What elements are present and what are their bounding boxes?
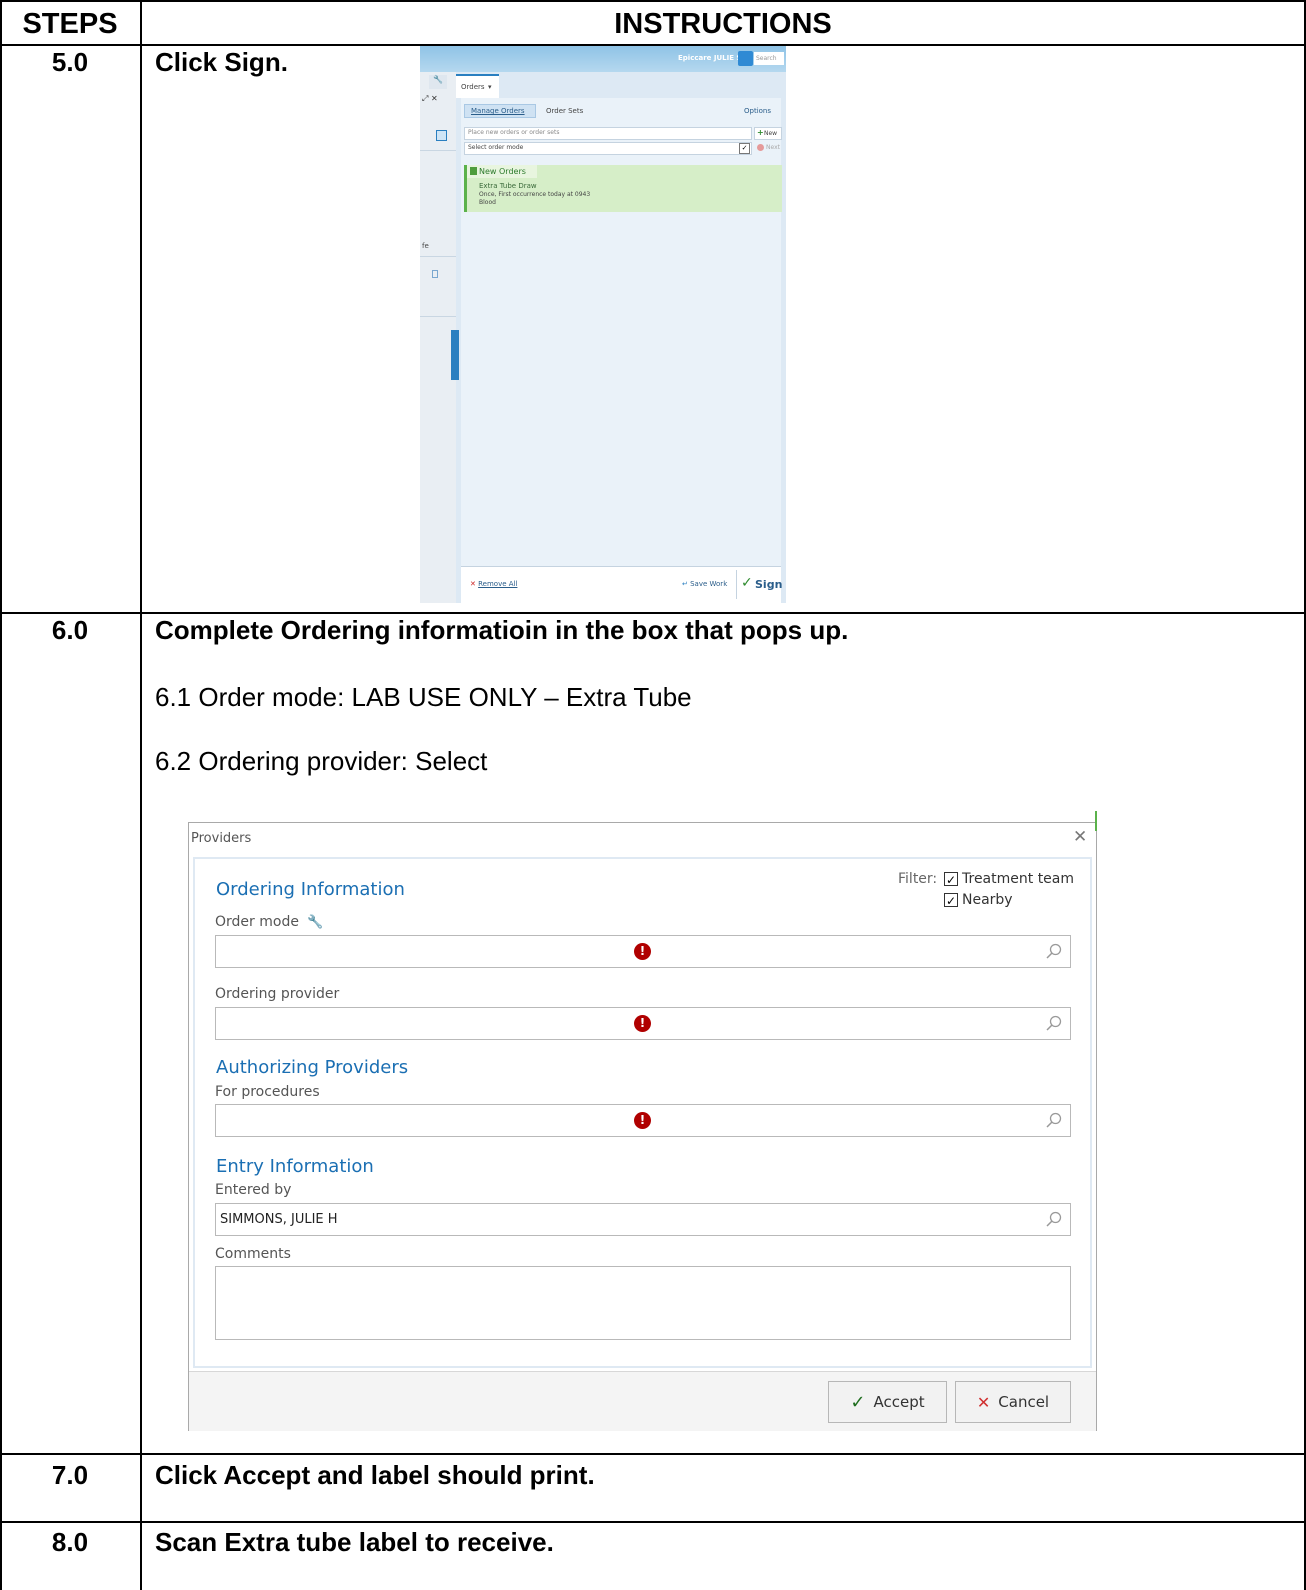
expand-icon[interactable]: ⤢ ✕ — [422, 94, 438, 104]
required-error-icon: ! — [634, 1112, 651, 1129]
search-input[interactable]: Search — [754, 52, 784, 65]
left-label: fe — [422, 242, 429, 250]
for-procedures-label: For procedures — [215, 1084, 320, 1100]
order-mode-select[interactable]: Select order mode ✓ — [464, 142, 752, 155]
table-top-border — [0, 0, 1306, 2]
authorizing-provider-field[interactable]: ! — [215, 1104, 1071, 1137]
step-number: 8.0 — [51, 1527, 89, 1557]
next-button[interactable]: Next — [754, 142, 782, 155]
step-instruction: Scan Extra tube label to receive. — [155, 1527, 554, 1557]
epic-top-bar: Epiccare JULIE S. Search — [420, 46, 786, 72]
row7-bottom-border — [0, 1521, 1306, 1523]
order-mode-label: Order mode 🔧 — [215, 914, 324, 930]
background-window-edge — [1095, 811, 1099, 831]
chevron-down-icon: ▾ — [488, 83, 492, 91]
header-steps: STEPS — [22, 8, 118, 40]
warning-icon — [757, 144, 764, 151]
accept-button[interactable]: ✓ Accept — [828, 1381, 947, 1423]
close-icon[interactable]: ✕ — [1073, 827, 1087, 847]
wrench-icon[interactable]: 🔧 — [307, 915, 323, 930]
substep-order-mode: 6.1 Order mode: LAB USE ONLY – Extra Tub… — [155, 682, 692, 712]
dialog-footer: ✓ Accept ✕ Cancel — [189, 1371, 1096, 1431]
nearby-label: Nearby — [962, 892, 1013, 908]
search-icon[interactable] — [1045, 1014, 1063, 1032]
close-icon: ✕ — [470, 580, 476, 588]
step-instruction: Click Accept and label should print. — [155, 1460, 595, 1490]
providers-dialog: Providers ✕ Filter: ✓ Treatment team ✓ N… — [188, 811, 1097, 1431]
search-icon[interactable] — [1045, 1210, 1063, 1228]
substep-ordering-provider: 6.2 Ordering provider: Select — [155, 746, 488, 776]
header-instructions: INSTRUCTIONS — [614, 8, 832, 40]
row6-bottom-border — [0, 1453, 1306, 1455]
new-orders-header: New Orders — [467, 165, 537, 178]
manage-orders-tab[interactable]: Manage Orders — [464, 104, 536, 118]
entered-by-value: SIMMONS, JULIE H — [220, 1212, 338, 1227]
entered-by-field[interactable]: SIMMONS, JULIE H — [215, 1203, 1071, 1236]
ordering-provider-label: Ordering provider — [215, 986, 340, 1002]
dropdown-arrow-icon: ✓ — [739, 143, 750, 154]
step-instruction: Click Sign. — [155, 47, 288, 77]
comments-label: Comments — [215, 1246, 291, 1262]
comments-textarea[interactable] — [215, 1266, 1071, 1340]
step-number: 6.0 — [51, 615, 89, 645]
save-work-button[interactable]: ↵ Save Work — [682, 580, 727, 588]
order-mode-field[interactable]: ! — [215, 935, 1071, 968]
order-detail: Once, First occurrence today at 0943 — [479, 191, 591, 198]
left-divider — [420, 256, 456, 257]
refresh-icon[interactable] — [436, 130, 447, 141]
column-divider — [140, 0, 142, 1590]
plus-icon: + — [757, 128, 764, 137]
sidebar-collapse-handle[interactable] — [451, 330, 459, 380]
ordering-provider-field[interactable]: ! — [215, 1007, 1071, 1040]
left-divider — [420, 316, 456, 317]
step-instruction: Complete Ordering informatioin in the bo… — [155, 615, 849, 645]
search-icon[interactable] — [738, 51, 753, 66]
note-icon — [432, 270, 438, 278]
treatment-team-checkbox[interactable]: ✓ — [944, 872, 958, 887]
order-sets-tab[interactable]: Order Sets — [546, 107, 583, 115]
remove-all-button[interactable]: ✕ Remove All — [470, 580, 517, 588]
order-name[interactable]: Extra Tube Draw — [479, 182, 537, 190]
cancel-button[interactable]: ✕ Cancel — [955, 1381, 1071, 1423]
checkmark-icon: ✓ — [741, 575, 753, 591]
dialog-content: Filter: ✓ Treatment team ✓ Nearby Orderi… — [193, 857, 1092, 1368]
save-icon: ↵ — [682, 580, 688, 588]
step-number: 7.0 — [51, 1460, 89, 1490]
required-error-icon: ! — [634, 943, 651, 960]
options-menu[interactable]: Options — [744, 107, 771, 115]
entered-by-label: Entered by — [215, 1182, 292, 1198]
entry-information-heading: Entry Information — [216, 1156, 374, 1177]
wrench-icon[interactable]: 🔧 — [429, 75, 447, 89]
new-button[interactable]: + New — [754, 127, 782, 140]
close-icon: ✕ — [976, 1392, 991, 1412]
required-error-icon: ! — [634, 1015, 651, 1032]
filter-label: Filter: — [898, 871, 938, 887]
left-divider — [420, 150, 456, 151]
place-orders-input[interactable]: Place new orders or order sets — [464, 127, 752, 140]
authorizing-providers-heading: Authorizing Providers — [216, 1057, 409, 1078]
orders-tab-label: Orders — [461, 83, 485, 91]
search-icon[interactable] — [1045, 942, 1063, 960]
step-number: 5.0 — [51, 47, 89, 77]
row5-bottom-border — [0, 612, 1306, 614]
sign-button[interactable]: ✓ Sign — [736, 570, 782, 599]
table-left-border — [0, 0, 2, 1590]
search-icon[interactable] — [1045, 1111, 1063, 1129]
new-orders-section: New Orders Extra Tube Draw Once, First o… — [464, 165, 782, 212]
orders-tab[interactable]: Orders ▾ — [456, 74, 499, 98]
order-specimen: Blood — [479, 199, 496, 206]
checkmark-icon: ✓ — [850, 1391, 866, 1413]
dialog-title: Providers — [191, 831, 252, 846]
treatment-team-label: Treatment team — [962, 871, 1075, 887]
user-label: Epiccare JULIE S. — [678, 54, 745, 62]
new-orders-icon — [470, 167, 477, 175]
nearby-checkbox[interactable]: ✓ — [944, 893, 958, 908]
ordering-information-heading: Ordering Information — [216, 879, 405, 900]
orders-panel: Orders ▾ Manage Orders Order Sets Option… — [451, 72, 786, 603]
orders-screenshot: Epiccare JULIE S. Search ⤢ ✕ fe 🔧 Orders… — [420, 46, 786, 603]
